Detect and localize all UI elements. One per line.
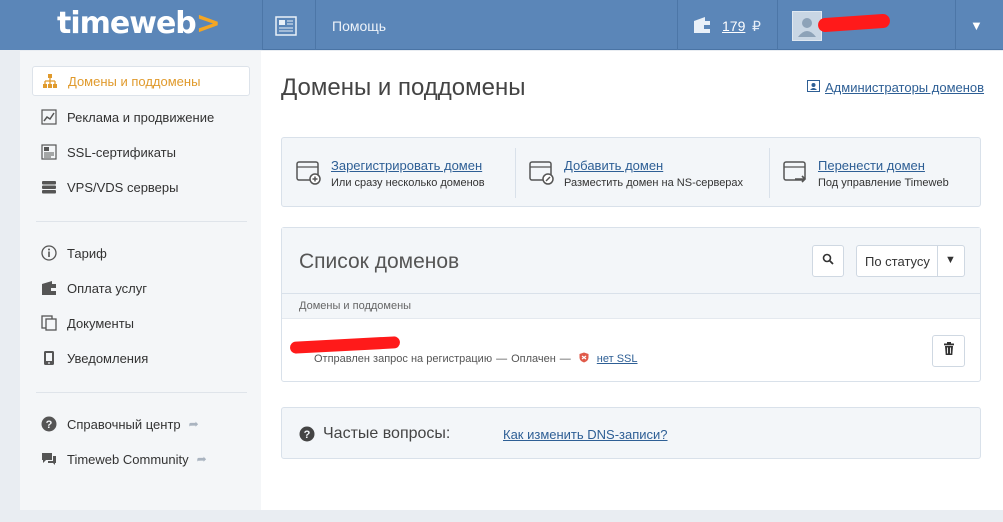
transfer-domain-icon [783,160,809,186]
divider [36,221,247,222]
divider [262,0,263,50]
sidebar-item-documents[interactable]: Документы [32,308,250,338]
phone-icon [40,349,58,367]
register-domain-link[interactable]: Зарегистрировать домен [331,158,485,173]
search-button[interactable] [812,245,844,277]
register-domain-subtitle: Или сразу несколько доменов [331,176,485,189]
divider [769,148,770,198]
sidebar-item-notifications[interactable]: Уведомления [32,343,250,373]
delete-button[interactable] [932,335,965,367]
faq-panel: ? Частые вопросы: Как изменить DNS-запис… [281,407,981,459]
divider [315,0,316,50]
trash-icon [943,342,955,360]
question-icon: ? [299,426,315,447]
separator: — [559,353,571,365]
table-row[interactable]: Отправлен запрос на регистрацию — Оплаче… [282,319,980,381]
register-domain-action[interactable]: Зарегистрировать домен Или сразу несколь… [296,138,485,208]
chart-icon [40,108,58,126]
sidebar-item-label: Справочный центр [67,416,181,432]
sitemap-icon [41,72,59,90]
sidebar-item-label: Реклама и продвижение [67,109,215,125]
divider [777,0,778,50]
transfer-domain-link[interactable]: Перенести домен [818,158,949,173]
register-domain-icon [296,160,322,186]
status-request: Отправлен запрос на регистрацию [314,353,493,365]
status-paid: Оплачен [511,353,556,365]
separator: — [496,353,508,365]
divider [937,246,938,276]
sidebar-item-label: Домены и поддомены [68,73,201,89]
main-content: Домены и поддомены Администраторы домено… [261,51,1003,510]
chat-icon [40,450,58,468]
wallet-icon [40,279,58,297]
help-link[interactable]: Помощь [332,18,386,34]
sidebar-item-tariff[interactable]: Тариф [32,238,250,268]
sidebar-item-label: Документы [67,315,135,331]
page-title: Домены и поддомены [281,74,526,101]
divider [515,148,516,198]
sidebar-item-label: Оплата услуг [67,280,148,296]
add-domain-action[interactable]: Добавить домен Разместить домен на NS-се… [529,138,743,208]
domain-admins-label: Администраторы доменов [825,80,985,95]
sidebar-item-ads[interactable]: Реклама и продвижение [32,102,250,132]
domain-list-panel: Список доменов По статусу ▼ Домены и под… [281,227,981,382]
faq-dns-link[interactable]: Как изменить DNS-записи? [503,427,668,442]
search-icon [822,252,834,270]
divider [955,0,956,50]
divider [677,0,678,50]
documents-icon [40,314,58,332]
status-filter-label: По статусу [865,253,930,269]
shield-icon [579,352,589,366]
chevron-down-icon[interactable]: ▼ [970,18,983,33]
chevron-down-icon: ▼ [945,254,956,266]
external-link-icon: ➦ [196,452,207,466]
logo-area: timeweb> [0,0,262,50]
domain-status-line: Отправлен запрос на регистрацию — Оплаче… [314,352,638,366]
sidebar-item-vps[interactable]: VPS/VDS серверы [32,172,250,202]
info-icon [40,244,58,262]
sidebar-item-ssl[interactable]: SSL-сертификаты [32,137,250,167]
divider [36,392,247,393]
balance-value[interactable]: 179 [722,18,745,34]
question-icon: ? [40,415,58,433]
top-bar: timeweb> Помощь 179 ₽ ▼ [0,0,1003,50]
server-icon [40,178,58,196]
wallet-icon[interactable] [693,16,711,34]
sidebar-item-payment[interactable]: Оплата услуг [32,273,250,303]
sidebar-item-label: VPS/VDS серверы [67,179,179,195]
sidebar-item-label: Timeweb Community [67,451,189,467]
sidebar-item-community[interactable]: Timeweb Community ➦ [32,444,250,474]
ssl-status-link[interactable]: нет SSL [597,353,638,365]
svg-text:?: ? [46,419,53,431]
domain-actions-panel: Зарегистрировать домен Или сразу несколь… [281,137,981,207]
add-domain-link[interactable]: Добавить домен [564,158,743,173]
domain-list-header: Список доменов По статусу ▼ [282,228,980,294]
svg-text:?: ? [304,429,311,441]
news-icon[interactable] [275,16,297,36]
currency-symbol: ₽ [752,18,761,34]
column-header: Домены и поддомены [282,294,980,319]
faq-title: Частые вопросы: [323,425,451,442]
sidebar-item-label: SSL-сертификаты [67,144,176,160]
domain-admins-link[interactable]: Администраторы доменов [807,80,984,95]
add-domain-subtitle: Разместить домен на NS-серверах [564,176,744,189]
column-header-label: Домены и поддомены [299,300,412,312]
status-filter-select[interactable]: По статусу ▼ [856,245,965,277]
sidebar-item-label: Уведомления [67,350,149,366]
sidebar: Домены и поддомены Реклама и продвижение… [20,51,261,510]
user-card-icon [807,80,820,95]
timeweb-logo[interactable]: timeweb> [57,6,221,41]
sidebar-item-label: Тариф [67,245,107,261]
external-link-icon: ➦ [188,417,199,431]
domain-list-title: Список доменов [299,250,460,273]
sidebar-item-help-center[interactable]: ? Справочный центр ➦ [32,409,250,439]
redacted-username [817,13,891,33]
certificate-icon [40,143,58,161]
sidebar-item-domains[interactable]: Домены и поддомены [32,66,250,96]
transfer-domain-subtitle: Под управление Timeweb [818,176,949,189]
transfer-domain-action[interactable]: Перенести домен Под управление Timeweb [783,138,949,208]
add-domain-icon [529,160,555,186]
